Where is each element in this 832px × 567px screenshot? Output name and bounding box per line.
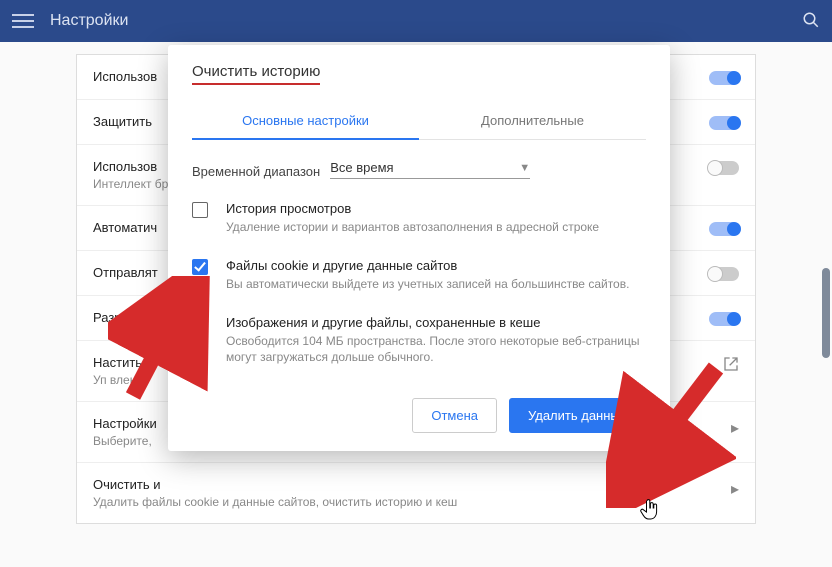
time-range-value: Все время: [330, 160, 393, 175]
checkbox[interactable]: [192, 316, 208, 332]
chevron-right-icon[interactable]: ▸: [731, 418, 739, 438]
dialog-title: Очистить историю: [192, 63, 320, 80]
time-range-select[interactable]: Все время ▼: [330, 158, 530, 179]
clear-history-dialog: Очистить историю Основные настройки Допо…: [168, 45, 670, 451]
search-icon[interactable]: [802, 11, 820, 32]
row-title: Очистить и: [93, 477, 731, 492]
scrollbar-thumb[interactable]: [822, 268, 830, 358]
title-underline: [192, 83, 320, 85]
time-range-label: Временной диапазон: [192, 164, 320, 179]
clear-data-button[interactable]: Удалить данные: [509, 398, 646, 433]
option-subtitle: Вы автоматически выйдете из учетных запи…: [226, 276, 629, 293]
toggle-switch[interactable]: [709, 267, 739, 281]
option-title: Изображения и другие файлы, сохраненные …: [226, 315, 646, 330]
option-title: История просмотров: [226, 201, 599, 216]
option-title: Файлы cookie и другие данные сайтов: [226, 258, 629, 273]
checkbox[interactable]: [192, 259, 208, 275]
settings-row[interactable]: Очистить и Удалить файлы cookie и данные …: [77, 462, 755, 523]
option-subtitle: Удаление истории и вариантов автозаполне…: [226, 219, 599, 236]
option-subtitle: Освободится 104 МБ пространства. После э…: [226, 333, 646, 367]
page-title: Настройки: [50, 12, 128, 30]
external-link-icon[interactable]: [723, 356, 739, 377]
clear-option: Изображения и другие файлы, сохраненные …: [192, 315, 646, 367]
toggle-switch[interactable]: [709, 312, 739, 326]
row-subtitle: Удалить файлы cookie и данные сайтов, оч…: [93, 495, 731, 509]
menu-icon[interactable]: [12, 10, 34, 32]
toggle-switch[interactable]: [709, 222, 739, 236]
dialog-tabs: Основные настройки Дополнительные: [192, 103, 646, 140]
app-header: Настройки: [0, 0, 832, 42]
tab-basic[interactable]: Основные настройки: [192, 103, 419, 140]
clear-option: История просмотров Удаление истории и вар…: [192, 201, 646, 236]
toggle-switch[interactable]: [709, 71, 739, 85]
checkbox[interactable]: [192, 202, 208, 218]
cancel-button[interactable]: Отмена: [412, 398, 497, 433]
clear-option: Файлы cookie и другие данные сайтов Вы ав…: [192, 258, 646, 293]
chevron-right-icon[interactable]: ▸: [731, 479, 739, 499]
toggle-switch[interactable]: [709, 161, 739, 175]
tab-advanced[interactable]: Дополнительные: [419, 103, 646, 139]
toggle-switch[interactable]: [709, 116, 739, 130]
dropdown-caret-icon: ▼: [519, 162, 530, 174]
